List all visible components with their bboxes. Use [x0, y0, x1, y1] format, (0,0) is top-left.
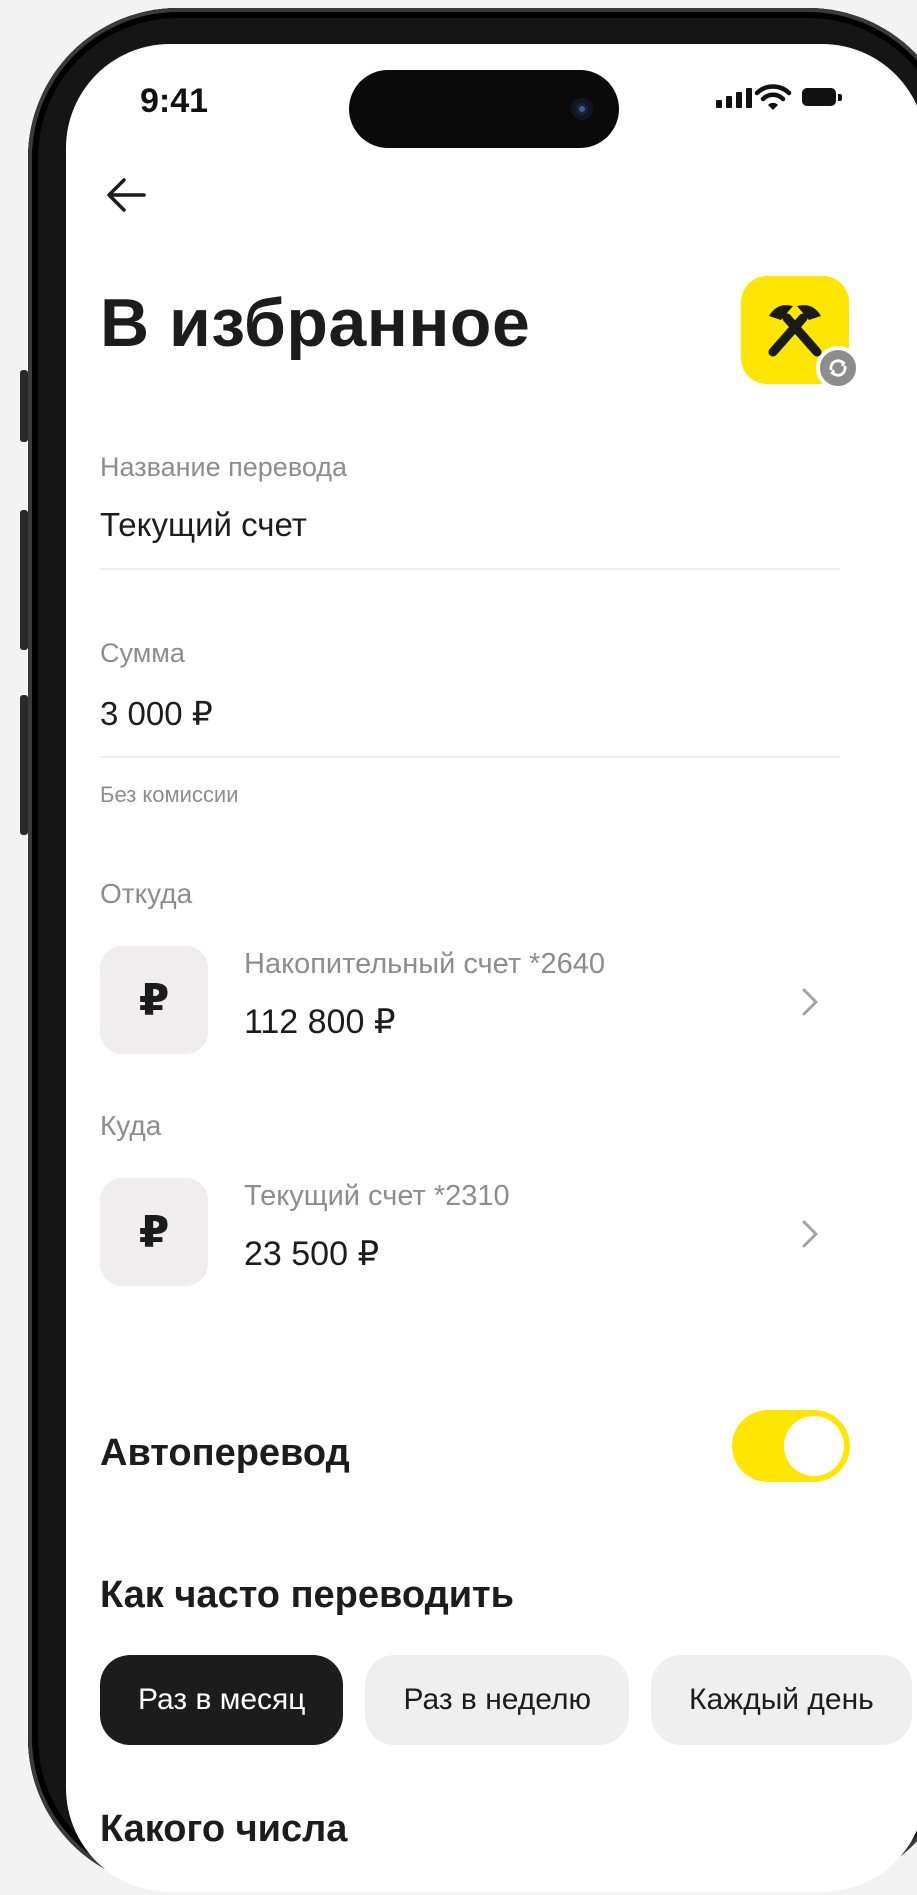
chevron-right-icon — [802, 1220, 818, 1248]
app-screen: 9:41 В избранное Название перевода Текущ… — [66, 44, 917, 1892]
chevron-right-icon — [802, 988, 818, 1016]
from-account-name: Накопительный счет *2640 — [244, 948, 605, 980]
frequency-option-weekly[interactable]: Раз в неделю — [365, 1655, 629, 1745]
mute-switch — [20, 370, 28, 442]
dynamic-island — [349, 70, 619, 148]
from-label: Откуда — [100, 878, 193, 909]
frequency-options: Раз в месяц Раз в неделю Каждый день — [100, 1655, 912, 1745]
amount-input[interactable]: 3 000 ₽ — [100, 694, 213, 733]
autotransfer-toggle[interactable] — [732, 1410, 850, 1482]
battery-icon — [802, 88, 842, 106]
divider — [100, 756, 840, 758]
autotransfer-label: Автоперевод — [100, 1432, 350, 1474]
divider — [100, 568, 840, 570]
ruble-icon: ₽ — [100, 1178, 208, 1286]
volume-down-button — [20, 695, 28, 835]
frequency-option-monthly[interactable]: Раз в месяц — [100, 1655, 344, 1745]
toggle-knob — [784, 1416, 844, 1476]
front-camera — [571, 98, 593, 120]
wifi-icon — [754, 84, 792, 110]
frequency-title: Как часто переводить — [100, 1574, 515, 1616]
crossed-tools-icon — [768, 305, 822, 357]
volume-up-button — [20, 510, 28, 650]
page-title: В избранное — [100, 285, 531, 361]
back-arrow-icon[interactable] — [100, 168, 154, 222]
from-account-card[interactable]: ₽ Накопительный счет *2640 112 800 ₽ — [100, 946, 840, 1058]
ruble-icon: ₽ — [100, 946, 208, 1054]
amount-label: Сумма — [100, 638, 185, 668]
transfer-name-input[interactable]: Текущий счет — [100, 506, 307, 544]
to-account-card[interactable]: ₽ Текущий счет *2310 23 500 ₽ — [100, 1178, 840, 1290]
from-account-balance: 112 800 ₽ — [244, 1003, 396, 1041]
sync-icon — [816, 346, 860, 390]
to-account-balance: 23 500 ₽ — [244, 1235, 380, 1273]
status-time: 9:41 — [140, 82, 209, 120]
to-account-name: Текущий счет *2310 — [244, 1180, 510, 1212]
commission-hint: Без комиссии — [100, 782, 239, 807]
day-title: Какого числа — [100, 1808, 348, 1850]
transfer-name-label: Название перевода — [100, 452, 348, 482]
frequency-option-daily[interactable]: Каждый день — [650, 1655, 912, 1745]
cellular-signal-icon — [716, 88, 752, 108]
to-label: Куда — [100, 1110, 162, 1141]
